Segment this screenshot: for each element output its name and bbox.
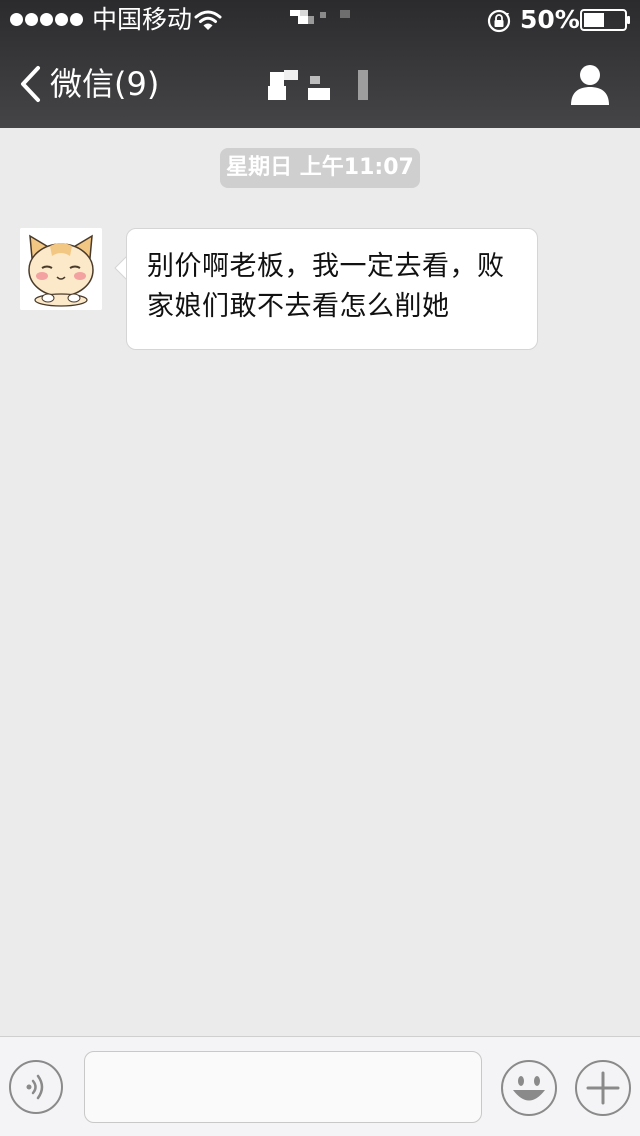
battery-percentage: 50% (520, 5, 580, 34)
navigation-bar: 微信(9) (0, 40, 640, 128)
message-input[interactable] (84, 1051, 482, 1123)
message-bubble[interactable]: 别价啊老板，我一定去看，败家娘们敢不去看怎么削她 (126, 228, 538, 350)
voice-icon[interactable] (8, 1059, 64, 1115)
pixelated-status-title (290, 10, 350, 24)
status-bar: 中国移动 50% (0, 0, 640, 40)
back-button[interactable]: 微信(9) (18, 60, 159, 108)
chat-timestamp: 星期日 上午11:07 (220, 148, 420, 188)
signal-dots-icon (10, 13, 83, 26)
carrier-name: 中国移动 (92, 5, 193, 34)
back-label: 微信(9) (50, 65, 160, 103)
message-text: 别价啊老板，我一定去看，败家娘们敢不去看怎么削她 (147, 251, 505, 322)
person-icon[interactable] (566, 60, 614, 108)
chevron-left-icon (21, 66, 40, 102)
input-bar (0, 1036, 640, 1136)
plus-icon[interactable] (574, 1059, 632, 1117)
pixelated-chat-title (268, 70, 368, 100)
rotation-lock-icon (487, 9, 511, 33)
wifi-icon (194, 10, 222, 30)
emoji-icon[interactable] (500, 1059, 558, 1117)
header: 中国移动 50% 微信(9) (0, 0, 640, 128)
cartoon-cat-avatar[interactable] (20, 228, 102, 310)
battery-icon (580, 9, 630, 31)
